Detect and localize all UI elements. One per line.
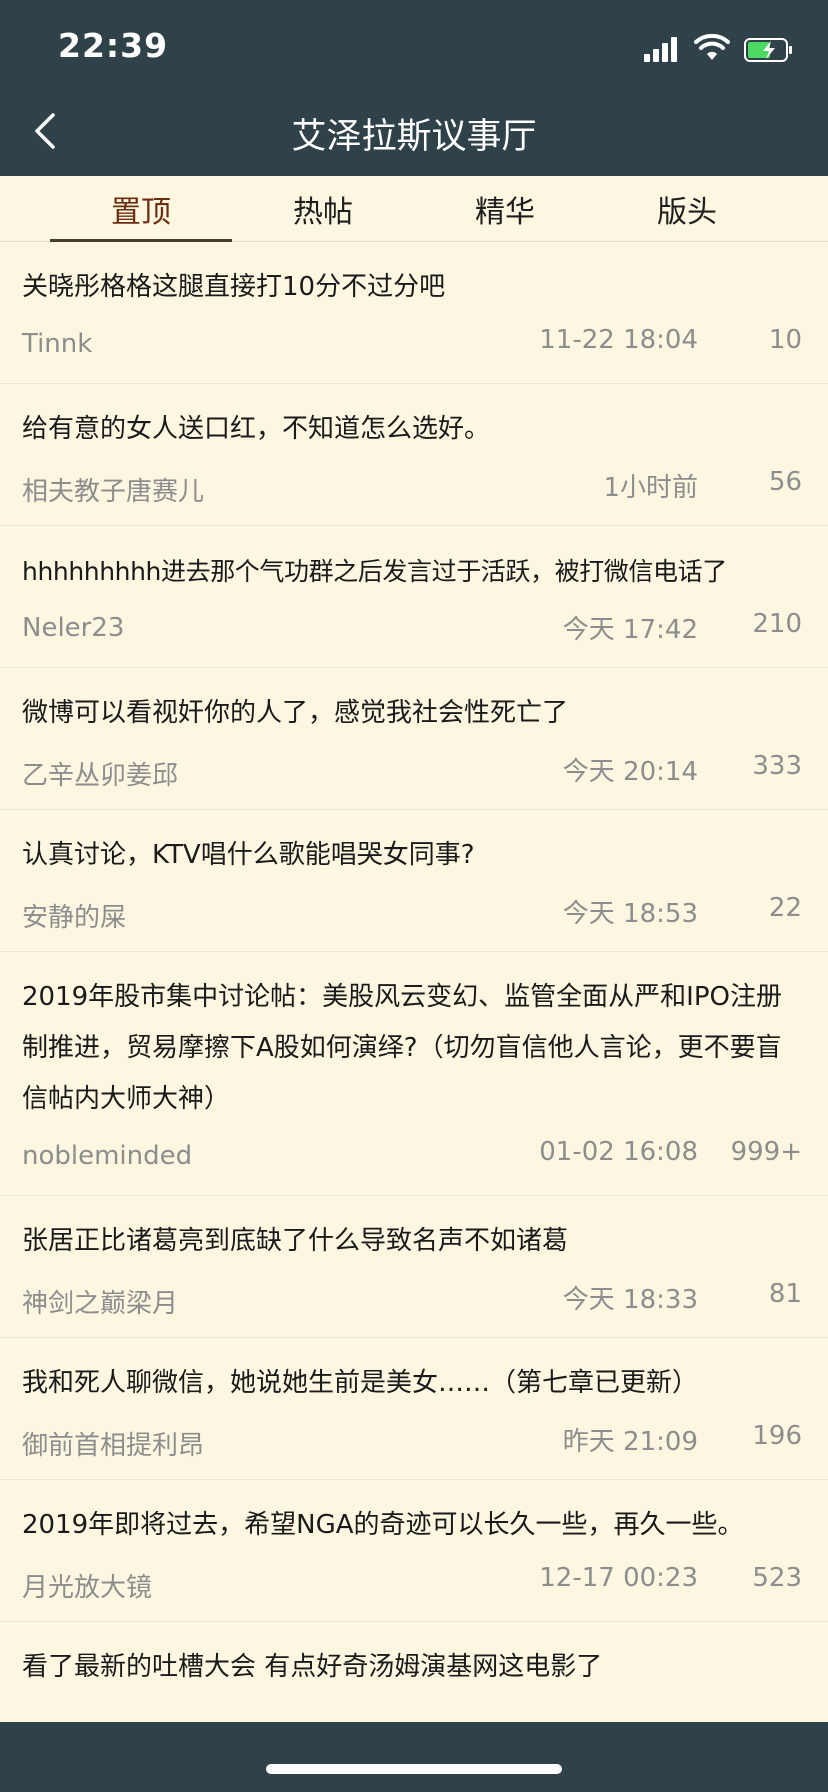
tab-pinned[interactable]: 置顶: [50, 176, 232, 242]
list-item[interactable]: 张居正比诸葛亮到底缺了什么导致名声不如诸葛 神剑之巅梁月 今天 18:33 81: [0, 1196, 828, 1338]
list-item[interactable]: 2019年股市集中讨论帖：美股风云变幻、监管全面从严和IPO注册制推进，贸易摩擦…: [0, 952, 828, 1196]
tab-bar: 置顶 热帖 精华 版头: [0, 176, 828, 242]
reply-count: 22: [768, 893, 802, 923]
reply-count: 210: [752, 609, 802, 639]
list-item[interactable]: 看了最新的吐槽大会 有点好奇汤姆演基网这电影了: [0, 1622, 828, 1722]
post-title[interactable]: 2019年即将过去，希望NGA的奇迹可以长久一些，再久一些。: [22, 1500, 806, 1551]
post-title[interactable]: 关晓彤格格这腿直接打10分不过分吧: [22, 262, 806, 313]
tab-header[interactable]: 版头: [596, 176, 778, 242]
post-title[interactable]: 我和死人聊微信，她说她生前是美女……（第七章已更新）: [22, 1358, 806, 1409]
post-author[interactable]: 乙辛丛卯姜邱: [22, 755, 178, 792]
reply-count: 10: [768, 325, 802, 355]
list-item[interactable]: 微博可以看视奸你的人了，感觉我社会性死亡了 乙辛丛卯姜邱 今天 20:14 33…: [0, 668, 828, 810]
post-time: 今天 18:53: [562, 899, 698, 929]
post-author[interactable]: 安静的屎: [22, 897, 126, 934]
list-item[interactable]: 认真讨论，KTV唱什么歌能唱哭女同事? 安静的屎 今天 18:53 22: [0, 810, 828, 952]
post-title[interactable]: 微博可以看视奸你的人了，感觉我社会性死亡了: [22, 688, 806, 739]
post-author[interactable]: Tinnk: [22, 329, 92, 359]
home-indicator[interactable]: [266, 1764, 562, 1774]
list-item[interactable]: 给有意的女人送口红，不知道怎么选好。 相夫教子唐赛儿 1小时前 56: [0, 384, 828, 526]
reply-count: 56: [768, 467, 802, 497]
reply-count: 333: [752, 751, 802, 781]
post-title[interactable]: 认真讨论，KTV唱什么歌能唱哭女同事?: [22, 830, 806, 881]
post-time: 今天 18:33: [562, 1285, 698, 1315]
post-title[interactable]: 给有意的女人送口红，不知道怎么选好。: [22, 404, 806, 455]
app-header: 22:39 艾泽拉斯议事厅: [0, 0, 828, 176]
post-title[interactable]: hhhhhhhhh进去那个气功群之后发言过于活跃，被打微信电话了: [22, 546, 806, 597]
post-author[interactable]: 神剑之巅梁月: [22, 1283, 178, 1320]
post-title[interactable]: 张居正比诸葛亮到底缺了什么导致名声不如诸葛: [22, 1216, 806, 1267]
list-item[interactable]: hhhhhhhhh进去那个气功群之后发言过于活跃，被打微信电话了 Neler23…: [0, 526, 828, 668]
post-time: 12-17 00:23: [539, 1563, 698, 1593]
list-item[interactable]: 我和死人聊微信，她说她生前是美女……（第七章已更新） 御前首相提利昂 昨天 21…: [0, 1338, 828, 1480]
tab-featured[interactable]: 精华: [414, 176, 596, 242]
post-author[interactable]: 相夫教子唐赛儿: [22, 471, 204, 508]
post-author[interactable]: Neler23: [22, 613, 124, 643]
tab-hot[interactable]: 热帖: [232, 176, 414, 242]
reply-count: 523: [752, 1563, 802, 1593]
page-title: 艾泽拉斯议事厅: [291, 117, 537, 157]
post-time: 今天 17:42: [562, 615, 698, 645]
post-time: 昨天 21:09: [562, 1427, 698, 1457]
post-time: 11-22 18:04: [539, 325, 698, 355]
post-author[interactable]: nobleminded: [22, 1141, 192, 1171]
reply-count: 999+: [730, 1137, 802, 1167]
post-time: 01-02 16:08: [539, 1137, 698, 1167]
post-author[interactable]: 御前首相提利昂: [22, 1425, 204, 1462]
cellular-signal-icon: [644, 36, 680, 62]
list-item[interactable]: 关晓彤格格这腿直接打10分不过分吧 Tinnk 11-22 18:04 10: [0, 242, 828, 384]
list-item[interactable]: 2019年即将过去，希望NGA的奇迹可以长久一些，再久一些。 月光放大镜 12-…: [0, 1480, 828, 1622]
post-author[interactable]: 月光放大镜: [22, 1567, 152, 1604]
battery-charging-icon: [744, 38, 792, 62]
status-icons: [644, 34, 794, 64]
reply-count: 196: [752, 1421, 802, 1451]
post-time: 今天 20:14: [562, 757, 698, 787]
post-time: 1小时前: [603, 473, 698, 503]
reply-count: 81: [768, 1279, 802, 1309]
post-title[interactable]: 2019年股市集中讨论帖：美股风云变幻、监管全面从严和IPO注册制推进，贸易摩擦…: [22, 972, 806, 1125]
wifi-icon: [694, 34, 730, 60]
status-time: 22:39: [58, 26, 169, 65]
post-list: 关晓彤格格这腿直接打10分不过分吧 Tinnk 11-22 18:04 10 给…: [0, 242, 828, 1722]
post-title[interactable]: 看了最新的吐槽大会 有点好奇汤姆演基网这电影了: [22, 1642, 806, 1693]
bottom-bar: [0, 1722, 828, 1792]
